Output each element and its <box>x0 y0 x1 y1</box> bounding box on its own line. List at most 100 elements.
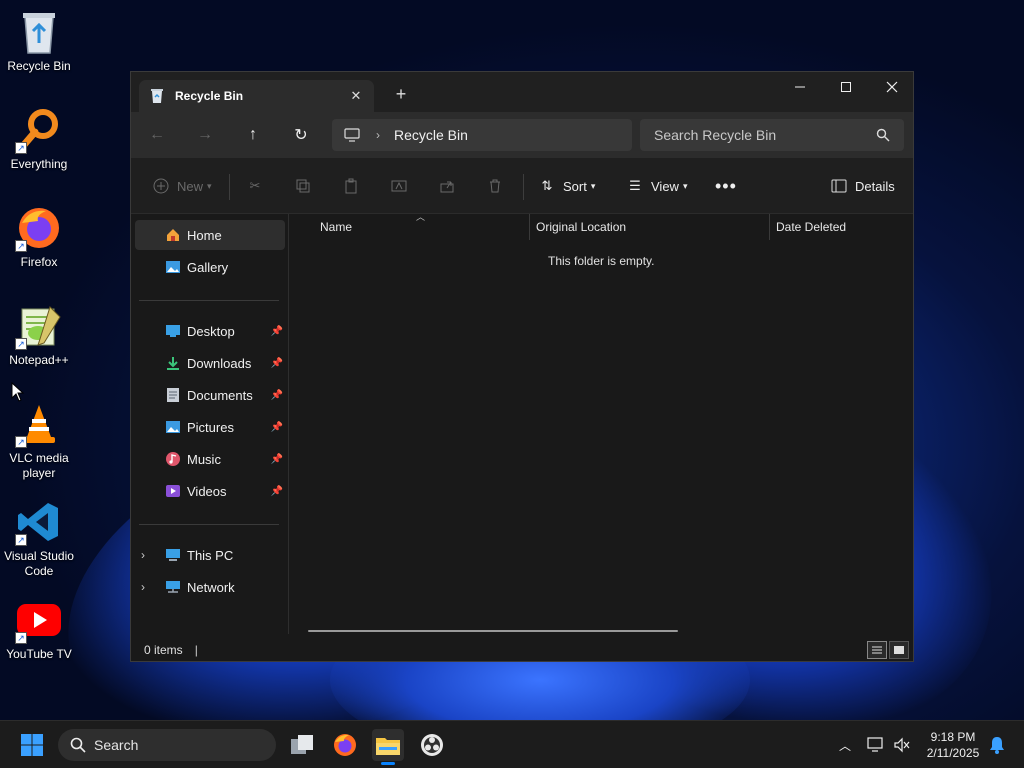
sidebar-item-pictures[interactable]: Pictures 📌 <box>135 412 285 442</box>
pin-icon[interactable]: 📌 <box>271 326 283 337</box>
desktop-icon-youtube-tv[interactable]: ↗ YouTube TV <box>2 596 76 662</box>
refresh-button[interactable]: ↻ <box>287 121 315 149</box>
desktop-icon-vlc[interactable]: ↗ VLC media player <box>2 400 76 481</box>
column-header-original-location[interactable]: Original Location <box>536 214 626 240</box>
sidebar-item-this-pc[interactable]: › This PC <box>135 540 285 570</box>
network-status-icon <box>867 737 883 752</box>
column-header-name[interactable]: Name <box>320 214 352 240</box>
shortcut-arrow-icon: ↗ <box>15 632 27 644</box>
pin-icon[interactable]: 📌 <box>271 486 283 497</box>
folder-icon <box>376 738 400 755</box>
task-view-button[interactable] <box>286 729 318 761</box>
tiles-view-toggle[interactable] <box>889 641 909 659</box>
chevron-up-icon: ︿ <box>838 738 851 753</box>
more-options-button[interactable]: ••• <box>715 172 737 200</box>
gallery-icon <box>165 259 181 275</box>
minimize-button[interactable] <box>777 72 823 102</box>
sort-up-icon: ︿ <box>416 212 426 222</box>
taskbar-clock[interactable]: 9:18 PM 2/11/2025 <box>922 729 984 761</box>
tab-recycle-bin[interactable]: Recycle Bin ✕ <box>139 80 374 112</box>
pictures-icon <box>165 419 181 435</box>
command-bar: New ▾ ✂ ⇅ Sort ▾ ☰ View ▾ ••• Details <box>131 158 913 214</box>
rename-button[interactable] <box>389 172 409 200</box>
sidebar-item-music[interactable]: Music 📌 <box>135 444 285 474</box>
taskbar-file-explorer[interactable] <box>372 729 404 765</box>
sidebar-item-downloads[interactable]: Downloads 📌 <box>135 348 285 378</box>
pin-icon[interactable]: 📌 <box>271 358 283 369</box>
horizontal-scrollbar[interactable] <box>308 630 678 632</box>
sort-button-label: Sort <box>563 178 587 194</box>
desktop-icon-vscode[interactable]: ↗ Visual Studio Code <box>2 498 76 579</box>
volume-tray-icon[interactable] <box>892 735 912 755</box>
chevron-right-icon: › <box>376 128 380 142</box>
clipboard-icon <box>341 176 361 196</box>
chevron-right-icon[interactable]: › <box>141 548 145 562</box>
sidebar-item-home[interactable]: Home <box>135 220 285 250</box>
vscode-icon: ↗ <box>15 498 63 546</box>
desktop-icon-everything[interactable]: ↗ Everything <box>2 106 76 172</box>
chevron-right-icon[interactable]: › <box>141 580 145 594</box>
search-box[interactable] <box>640 119 904 151</box>
taskbar-firefox[interactable] <box>329 729 361 761</box>
everything-search-icon: ↗ <box>15 106 63 154</box>
show-hidden-icons-button[interactable]: ︿ <box>835 735 855 755</box>
shortcut-arrow-icon: ↗ <box>15 534 27 546</box>
new-tab-button[interactable]: + <box>389 84 413 105</box>
arrow-left-icon: ← <box>149 126 165 143</box>
empty-folder-message: This folder is empty. <box>548 254 655 268</box>
sidebar-item-network[interactable]: › Network <box>135 572 285 602</box>
desktop-icon-firefox[interactable]: ↗ Firefox <box>2 204 76 270</box>
arrow-right-icon: → <box>197 126 213 143</box>
column-header-date-deleted[interactable]: Date Deleted <box>776 214 846 240</box>
delete-button[interactable] <box>485 172 505 200</box>
address-bar[interactable]: › Recycle Bin <box>332 119 632 151</box>
trash-icon <box>485 176 505 196</box>
desktop-icon-notepad-plus-plus[interactable]: ↗ Notepad++ <box>2 302 76 368</box>
maximize-button[interactable] <box>823 72 869 102</box>
details-view-toggle[interactable] <box>867 641 887 659</box>
details-pane-icon <box>829 176 849 196</box>
desktop-folder-icon <box>165 323 181 339</box>
pin-icon[interactable]: 📌 <box>271 454 283 465</box>
desktop-icon-recycle-bin[interactable]: Recycle Bin <box>2 8 76 74</box>
up-button[interactable]: ↑ <box>239 121 267 149</box>
notifications-button[interactable] <box>987 735 1007 755</box>
back-button[interactable]: ← <box>143 121 171 149</box>
close-tab-icon[interactable]: ✕ <box>346 88 366 104</box>
network-tray-icon[interactable] <box>866 735 886 755</box>
computer-icon <box>165 547 181 563</box>
pin-icon[interactable]: 📌 <box>271 390 283 401</box>
recycle-bin-icon <box>15 8 63 56</box>
shortcut-arrow-icon: ↗ <box>15 338 27 350</box>
sort-arrows-icon: ⇅ <box>541 178 553 193</box>
sidebar-item-documents[interactable]: Documents 📌 <box>135 380 285 410</box>
paste-button[interactable] <box>341 172 361 200</box>
close-window-button[interactable] <box>869 72 915 102</box>
taskbar: Search ︿ 9:18 PM 2/11/2025 <box>0 720 1024 768</box>
start-button[interactable] <box>16 729 48 761</box>
taskbar-search[interactable]: Search <box>58 729 276 761</box>
rename-icon <box>389 176 409 196</box>
taskbar-obs[interactable] <box>416 729 448 761</box>
sidebar-item-videos[interactable]: Videos 📌 <box>135 476 285 506</box>
shortcut-arrow-icon: ↗ <box>15 436 27 448</box>
pin-icon[interactable]: 📌 <box>271 422 283 433</box>
search-input[interactable] <box>654 127 876 143</box>
sidebar-item-gallery[interactable]: Gallery <box>135 252 285 282</box>
column-divider[interactable] <box>529 214 530 240</box>
details-button-label: Details <box>855 178 895 194</box>
forward-button[interactable]: → <box>191 121 219 149</box>
details-pane-button[interactable]: Details <box>829 172 895 200</box>
title-bar: Recycle Bin ✕ + <box>131 72 913 112</box>
column-divider[interactable] <box>769 214 770 240</box>
sort-button[interactable]: ⇅ Sort ▾ <box>537 172 596 200</box>
sidebar-label: Documents <box>187 387 253 403</box>
share-button[interactable] <box>437 172 457 200</box>
copy-button[interactable] <box>293 172 313 200</box>
cut-button[interactable]: ✂ <box>245 172 265 200</box>
new-button[interactable]: New ▾ <box>151 172 212 200</box>
sidebar-item-desktop[interactable]: Desktop 📌 <box>135 316 285 346</box>
breadcrumb-recycle-bin[interactable]: Recycle Bin <box>394 127 468 143</box>
view-button[interactable]: ☰ View ▾ <box>625 172 687 200</box>
status-bar: 0 items | <box>131 637 913 662</box>
